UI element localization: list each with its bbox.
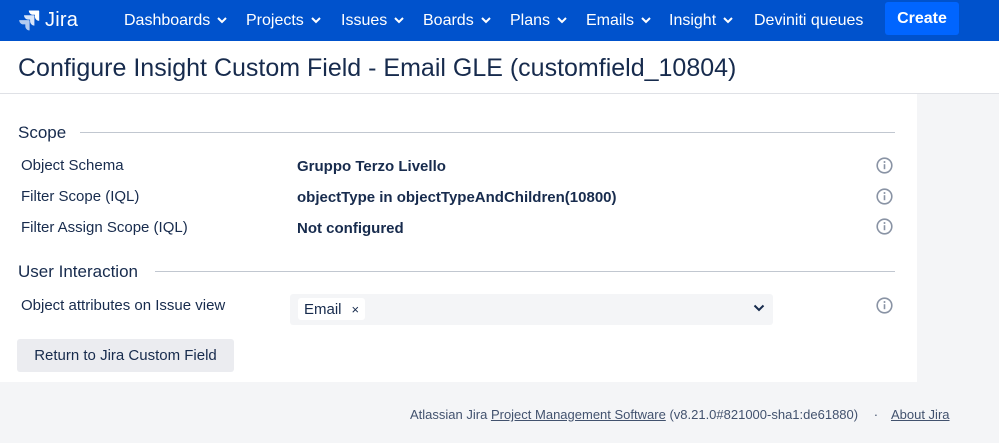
section-divider: [155, 271, 895, 272]
nav-item-label: Insight: [669, 11, 717, 29]
chevron-down-icon: [723, 17, 733, 24]
nav-item-label: Projects: [246, 11, 304, 29]
scope-heading: Scope: [18, 123, 77, 143]
nav-item-label: Boards: [423, 11, 474, 29]
object-attributes-select[interactable]: Email ×: [290, 294, 773, 325]
nav-item-label: Issues: [341, 11, 388, 29]
jira-logo-icon: [19, 10, 40, 31]
nav-item-dashboards[interactable]: Dashboards: [124, 0, 227, 41]
nav-item-plans[interactable]: Plans: [510, 0, 567, 41]
user-interaction-heading: User Interaction: [18, 262, 148, 282]
return-to-custom-field-button[interactable]: Return to Jira Custom Field: [17, 339, 234, 372]
about-jira-link[interactable]: About Jira: [891, 407, 950, 422]
nav-item-emails[interactable]: Emails: [586, 0, 651, 41]
nav-item-deviniti-queues[interactable]: Deviniti queues: [754, 0, 863, 41]
nav-item-label: Plans: [510, 11, 551, 29]
remove-tag-icon[interactable]: ×: [352, 302, 360, 317]
nav-item-issues[interactable]: Issues: [341, 0, 404, 41]
logo-text: Jira: [45, 8, 79, 31]
top-navigation-bar: Jira Dashboards Projects Issues Boards P…: [0, 0, 999, 41]
info-icon[interactable]: [876, 218, 893, 235]
info-icon[interactable]: [876, 157, 893, 174]
nav-item-label: Dashboards: [124, 11, 211, 29]
footer-prefix: Atlassian Jira: [410, 407, 488, 422]
footer: Atlassian Jira Project Management Softwa…: [410, 407, 950, 422]
nav-item-projects[interactable]: Projects: [246, 0, 321, 41]
selected-tag: Email ×: [298, 298, 366, 320]
footer-separator: ·: [873, 407, 879, 422]
jira-logo[interactable]: Jira: [18, 8, 78, 32]
chevron-down-icon: [311, 17, 321, 24]
chevron-down-icon: [480, 17, 491, 24]
info-icon[interactable]: [876, 188, 893, 205]
nav-item-boards[interactable]: Boards: [423, 0, 491, 41]
nav-item-insight[interactable]: Insight: [669, 0, 733, 41]
section-divider: [80, 132, 895, 133]
chevron-down-icon: [557, 17, 567, 24]
object-schema-value: Gruppo Terzo Livello: [297, 158, 446, 175]
tag-label: Email: [304, 300, 342, 318]
object-schema-label: Object Schema: [21, 157, 124, 174]
filter-assign-scope-label: Filter Assign Scope (IQL): [21, 219, 188, 236]
page-title: Configure Insight Custom Field - Email G…: [18, 54, 737, 82]
create-button[interactable]: Create: [885, 2, 959, 35]
chevron-down-icon: [217, 17, 227, 24]
project-management-software-link[interactable]: Project Management Software: [491, 407, 666, 422]
object-attributes-label: Object attributes on Issue view: [21, 297, 226, 314]
filter-scope-value: objectType in objectTypeAndChildren(1080…: [297, 189, 617, 206]
chevron-down-icon[interactable]: [753, 304, 765, 312]
filter-scope-label: Filter Scope (IQL): [21, 188, 140, 205]
chevron-down-icon: [394, 17, 404, 24]
main-content: Scope Object Schema Gruppo Terzo Livello…: [0, 94, 917, 382]
info-icon[interactable]: [876, 297, 893, 314]
page-header: Configure Insight Custom Field - Email G…: [0, 41, 999, 94]
chevron-down-icon: [641, 17, 651, 24]
nav-item-label: Deviniti queues: [754, 11, 864, 29]
footer-version: (v8.21.0#821000-sha1:de61880): [669, 407, 859, 422]
filter-assign-scope-value: Not configured: [297, 220, 404, 237]
nav-item-label: Emails: [586, 11, 635, 29]
